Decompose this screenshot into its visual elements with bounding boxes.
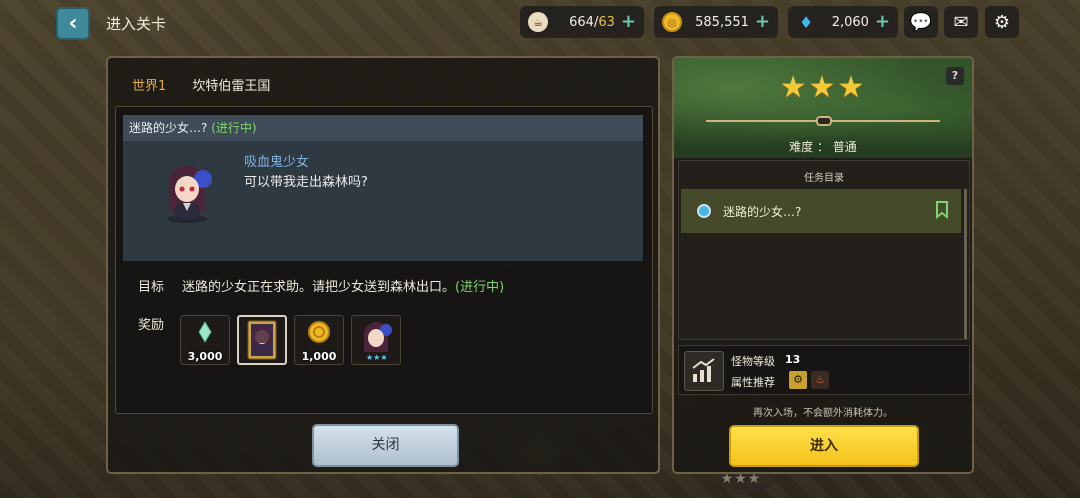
quest-title: 迷路的少女…? xyxy=(129,121,208,135)
divider-ornament xyxy=(816,116,832,126)
gem-counter[interactable]: ♦ 2,060 + xyxy=(788,6,898,38)
gear-icon: ⚙ xyxy=(993,11,1011,33)
gem-value: 2,060 xyxy=(831,14,869,30)
objective-description: 迷路的少女正在求助。请把少女送到森林出口。 xyxy=(182,280,456,295)
monster-level-label: 怪物等级 xyxy=(731,355,775,368)
vampire-girl-portrait xyxy=(167,165,212,223)
character-card-icon xyxy=(247,320,277,360)
objective-label: 目标 xyxy=(138,280,165,295)
fire-attribute-icon: ♨ xyxy=(811,371,829,389)
back-button[interactable]: ‹ xyxy=(56,7,90,40)
task-item[interactable]: 迷路的少女…? xyxy=(681,189,961,233)
task-list-scrollbar[interactable] xyxy=(964,189,967,339)
reward-amount: 1,000 xyxy=(301,350,337,363)
page-title: 进入关卡 xyxy=(106,15,167,33)
monster-level-value: 13 xyxy=(785,353,801,366)
task-list: 任务目录 迷路的少女…? xyxy=(678,160,970,340)
quest-dialog: 吸血鬼少女 可以带我走出森林吗? xyxy=(123,141,643,261)
level-chart-icon xyxy=(684,351,724,391)
gold-coin-icon: ◎ xyxy=(662,12,682,32)
task-status-dot-icon xyxy=(697,204,711,218)
task-item-label: 迷路的少女…? xyxy=(723,204,802,219)
coffee-cup-icon: ☕ xyxy=(528,12,548,32)
reward-label: 奖励 xyxy=(138,318,165,333)
objective-status: (进行中) xyxy=(455,280,505,295)
attribute-label: 属性推荐 xyxy=(731,376,775,389)
stamina-counter[interactable]: ☕ 664/63 + xyxy=(520,6,644,38)
chat-bubble-icon: 💬 xyxy=(909,11,933,33)
gold-coin-icon xyxy=(308,321,330,343)
add-gold-icon[interactable]: + xyxy=(755,13,770,31)
svg-text:★★★: ★★★ xyxy=(366,353,388,362)
world-name: 坎特伯雷王国 xyxy=(192,79,271,94)
quest-status: (进行中) xyxy=(211,121,257,135)
close-button[interactable]: 关闭 xyxy=(312,424,459,467)
character-icon: ★★★ xyxy=(363,322,392,362)
reward-slot-crystal[interactable]: 3,000 xyxy=(180,315,230,365)
mail-icon: ✉ xyxy=(953,11,969,33)
chat-button[interactable]: 💬 xyxy=(904,6,938,38)
enter-button[interactable]: 进入 xyxy=(729,425,919,467)
quest-card: 迷路的少女…? (进行中) 吸血鬼少女 可以带我走出森林吗? 目标 迷路的少女正… xyxy=(115,106,653,414)
stage-stars: ★★★ xyxy=(779,70,867,105)
world-header: 世界1 坎特伯雷王国 xyxy=(132,75,270,94)
monster-info: 怪物等级 13 属性推荐 ⚙ ♨ xyxy=(678,345,970,395)
diamond-icon: ♦ xyxy=(798,12,814,32)
reward-amount: 3,000 xyxy=(187,350,223,363)
task-list-title: 任务目录 xyxy=(804,173,844,184)
stamina-current: 664 xyxy=(569,14,594,30)
earth-attribute-icon: ⚙ xyxy=(789,371,807,389)
stamina-max: 63 xyxy=(598,14,615,30)
reward-slot-character-card[interactable] xyxy=(237,315,287,365)
npc-name: 吸血鬼少女 xyxy=(244,155,310,170)
objective-text: 迷路的少女正在求助。请把少女送到森林出口。(进行中) xyxy=(182,276,504,295)
gold-counter[interactable]: ◎ 585,551 + xyxy=(654,6,778,38)
npc-dialog: 可以带我走出森林吗? xyxy=(244,175,368,190)
stage-detail-panel: ? ★★★ 难度 ： 普通 任务目录 迷路的少女…? 怪物等级 13 属性推荐 … xyxy=(672,56,974,474)
reentry-note: 再次入场，不会额外消耗体力。 xyxy=(753,408,893,419)
add-stamina-icon[interactable]: + xyxy=(621,13,636,31)
world-label: 世界1 xyxy=(132,79,167,94)
settings-button[interactable]: ⚙ xyxy=(985,6,1019,38)
add-gem-icon[interactable]: + xyxy=(875,13,890,31)
quest-title-bar: 迷路的少女…? (进行中) xyxy=(123,115,643,141)
reward-slot-gold[interactable]: 1,000 xyxy=(294,315,344,365)
reward-slot-character[interactable]: ★★★ xyxy=(351,315,401,365)
chevron-left-icon: ‹ xyxy=(68,11,78,36)
mail-button[interactable]: ✉ xyxy=(944,6,978,38)
gold-value: 585,551 xyxy=(695,14,749,30)
stage-info-panel: 世界1 坎特伯雷王国 迷路的少女…? (进行中) 吸血鬼少女 可以带我走出森林吗… xyxy=(106,56,660,474)
difficulty-text: 难度 ： 普通 xyxy=(789,140,857,154)
bookmark-icon[interactable] xyxy=(935,201,949,219)
crystal-icon xyxy=(198,321,212,343)
